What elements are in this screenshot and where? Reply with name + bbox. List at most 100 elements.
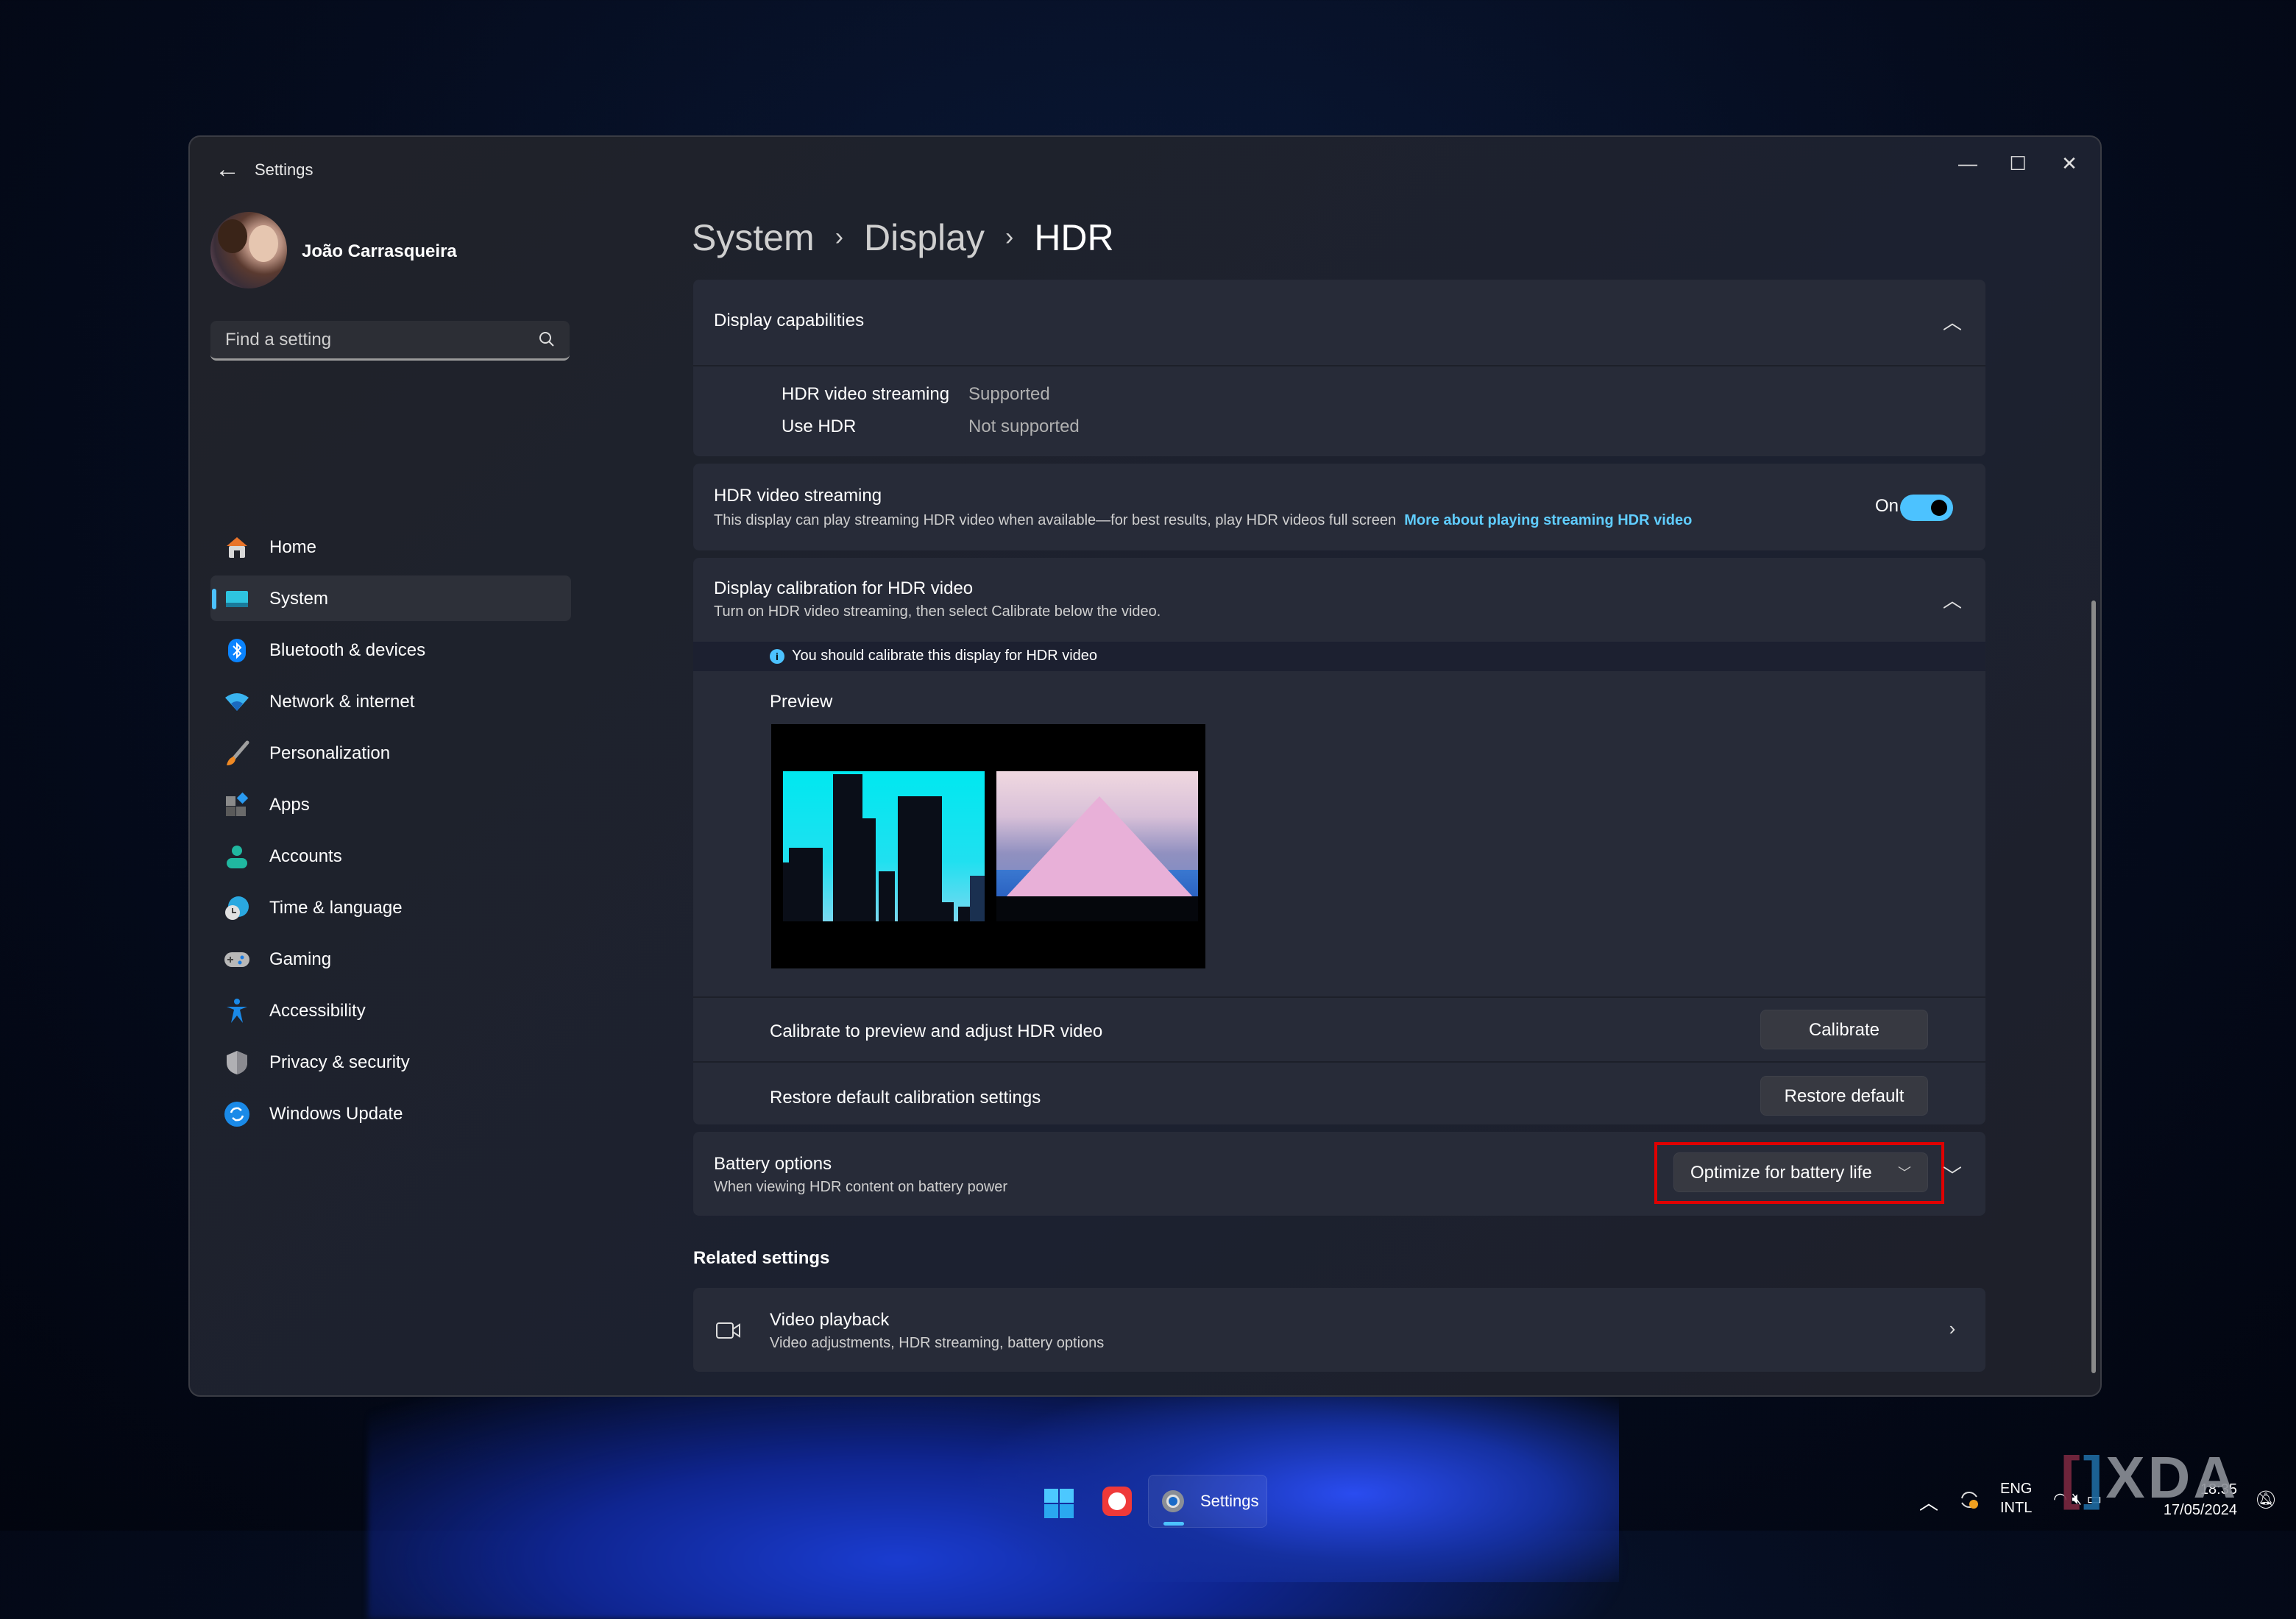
- info-text: You should calibrate this display for HD…: [792, 648, 1098, 664]
- sidebar-item-label: Accessibility: [269, 1001, 366, 1021]
- display-capabilities-title: Display capabilities: [714, 311, 865, 330]
- sidebar-item-apps[interactable]: Apps: [210, 782, 571, 827]
- related-item-title: Video playback: [770, 1310, 890, 1330]
- sidebar-item-personalization[interactable]: Personalization: [210, 730, 571, 776]
- brush-icon: [227, 740, 249, 765]
- sidebar-item-windows-update[interactable]: Windows Update: [210, 1091, 571, 1136]
- language-indicator[interactable]: ENG INTL: [2000, 1479, 2032, 1517]
- preview-mountain-image: [996, 771, 1198, 921]
- related-video-playback[interactable]: Video playback Video adjustments, HDR st…: [693, 1288, 1985, 1372]
- hdr-streaming-toggle[interactable]: [1900, 495, 1953, 521]
- preview-city-image: [783, 771, 985, 921]
- settings-window: ← Settings — ☐ ✕ João Carrasqueira Home …: [188, 135, 2102, 1397]
- sidebar-item-bluetooth[interactable]: Bluetooth & devices: [210, 627, 571, 673]
- language-code: ENG: [2000, 1481, 2033, 1497]
- capability-value: Supported: [968, 384, 1050, 404]
- chevron-right-icon: ›: [1949, 1317, 1956, 1339]
- sidebar-item-privacy[interactable]: Privacy & security: [210, 1039, 571, 1085]
- sidebar-item-label: Apps: [269, 795, 310, 815]
- breadcrumb-display[interactable]: Display: [864, 216, 985, 259]
- watermark-text: XDA: [2105, 1445, 2239, 1510]
- title-bar: ← Settings — ☐ ✕: [190, 137, 2100, 196]
- breadcrumb-separator-icon: ›: [1005, 223, 1014, 252]
- sidebar-item-network[interactable]: Network & internet: [210, 679, 571, 724]
- update-icon: [224, 1102, 249, 1127]
- accessibility-icon: [227, 999, 247, 1023]
- minimize-button[interactable]: —: [1946, 147, 1990, 180]
- search-box[interactable]: [210, 321, 570, 361]
- calibration-card: Display calibration for HDR video Turn o…: [693, 558, 1985, 1124]
- restore-default-button[interactable]: Restore default: [1760, 1076, 1928, 1116]
- chevron-down-icon[interactable]: ﹀: [1941, 1161, 1963, 1187]
- wifi-icon: [225, 693, 249, 711]
- video-camera-icon: [716, 1322, 740, 1339]
- taskbar-app-label: Settings: [1200, 1492, 1259, 1510]
- battery-options-card: Battery options When viewing HDR content…: [693, 1132, 1985, 1216]
- sidebar-item-label: Windows Update: [269, 1104, 403, 1124]
- sidebar-item-label: Accounts: [269, 846, 342, 866]
- sidebar-item-label: Bluetooth & devices: [269, 640, 426, 660]
- scrollbar[interactable]: [2091, 601, 2096, 1373]
- app-title: Settings: [255, 160, 313, 179]
- settings-taskbar-button[interactable]: Settings: [1148, 1475, 1267, 1528]
- divider: [693, 1061, 1985, 1063]
- restore-row-label: Restore default calibration settings: [770, 1088, 1041, 1108]
- chevron-up-icon[interactable]: ︿: [1941, 586, 1963, 612]
- sidebar-item-label: Personalization: [269, 743, 391, 763]
- sidebar-item-time-language[interactable]: Time & language: [210, 885, 571, 930]
- calibration-info-bar: i You should calibrate this display for …: [693, 642, 1985, 671]
- hdr-streaming-card: HDR video streaming This display can pla…: [693, 464, 1985, 550]
- chevron-up-icon[interactable]: ︿: [1941, 308, 1963, 333]
- search-input[interactable]: [224, 321, 521, 359]
- keyboard-layout: INTL: [2000, 1500, 2033, 1516]
- sidebar-item-accessibility[interactable]: Accessibility: [210, 988, 571, 1033]
- related-settings-heading: Related settings: [693, 1248, 830, 1268]
- sidebar-item-label: Privacy & security: [269, 1052, 410, 1072]
- toggle-state-label: On: [1874, 496, 1899, 516]
- notification-bell-icon[interactable]: 🔕︎: [2255, 1489, 2277, 1511]
- sidebar-item-system[interactable]: System: [210, 575, 571, 621]
- globe-clock-icon: [225, 896, 249, 920]
- hdr-preview-video[interactable]: [771, 724, 1205, 968]
- user-profile[interactable]: João Carrasqueira: [210, 210, 755, 291]
- info-icon: i: [770, 649, 784, 664]
- capability-label: Use HDR: [782, 417, 857, 436]
- more-about-hdr-link[interactable]: More about playing streaming HDR video: [1404, 512, 1692, 528]
- breadcrumb-system[interactable]: System: [692, 216, 815, 259]
- home-icon: [227, 537, 247, 558]
- breadcrumb: System › Display › HDR: [692, 213, 1114, 272]
- divider: [693, 996, 1985, 998]
- sync-status-icon[interactable]: [1957, 1488, 1981, 1512]
- maximize-button[interactable]: ☐: [1996, 147, 2040, 180]
- calibrate-button[interactable]: Calibrate: [1760, 1010, 1928, 1049]
- person-icon: [227, 846, 247, 868]
- profile-name: João Carrasqueira: [302, 241, 457, 261]
- battery-options-description: When viewing HDR content on battery powe…: [714, 1179, 1008, 1195]
- related-item-description: Video adjustments, HDR streaming, batter…: [770, 1335, 1105, 1351]
- avatar: [210, 212, 287, 288]
- show-hidden-icons-chevron-icon[interactable]: ︿: [1919, 1488, 1938, 1515]
- description-text: This display can play streaming HDR vide…: [714, 512, 1397, 528]
- active-app-indicator: [1163, 1522, 1184, 1526]
- sidebar-item-accounts[interactable]: Accounts: [210, 833, 571, 879]
- sidebar-item-gaming[interactable]: Gaming: [210, 936, 571, 982]
- divider: [693, 365, 1985, 366]
- capability-value: Not supported: [968, 417, 1080, 436]
- calibration-description: Turn on HDR video streaming, then select…: [714, 603, 1161, 620]
- calibrate-row-label: Calibrate to preview and adjust HDR vide…: [770, 1021, 1103, 1041]
- vivaldi-taskbar-icon[interactable]: [1102, 1487, 1132, 1516]
- start-button[interactable]: [1044, 1488, 1074, 1519]
- gear-icon: [1162, 1490, 1184, 1512]
- sidebar-item-home[interactable]: Home: [210, 524, 571, 570]
- search-icon: [539, 332, 554, 347]
- gamepad-icon: [224, 952, 249, 967]
- close-button[interactable]: ✕: [2047, 147, 2091, 180]
- sidebar-item-label: Home: [269, 537, 317, 557]
- bluetooth-icon: [228, 639, 246, 662]
- back-button[interactable]: ←: [209, 156, 246, 185]
- shield-icon: [227, 1051, 247, 1074]
- sidebar-item-label: System: [269, 589, 329, 609]
- xda-watermark-logo: []XDA: [2061, 1445, 2239, 1510]
- battery-options-title: Battery options: [714, 1154, 832, 1174]
- highlight-annotation: [1654, 1142, 1944, 1204]
